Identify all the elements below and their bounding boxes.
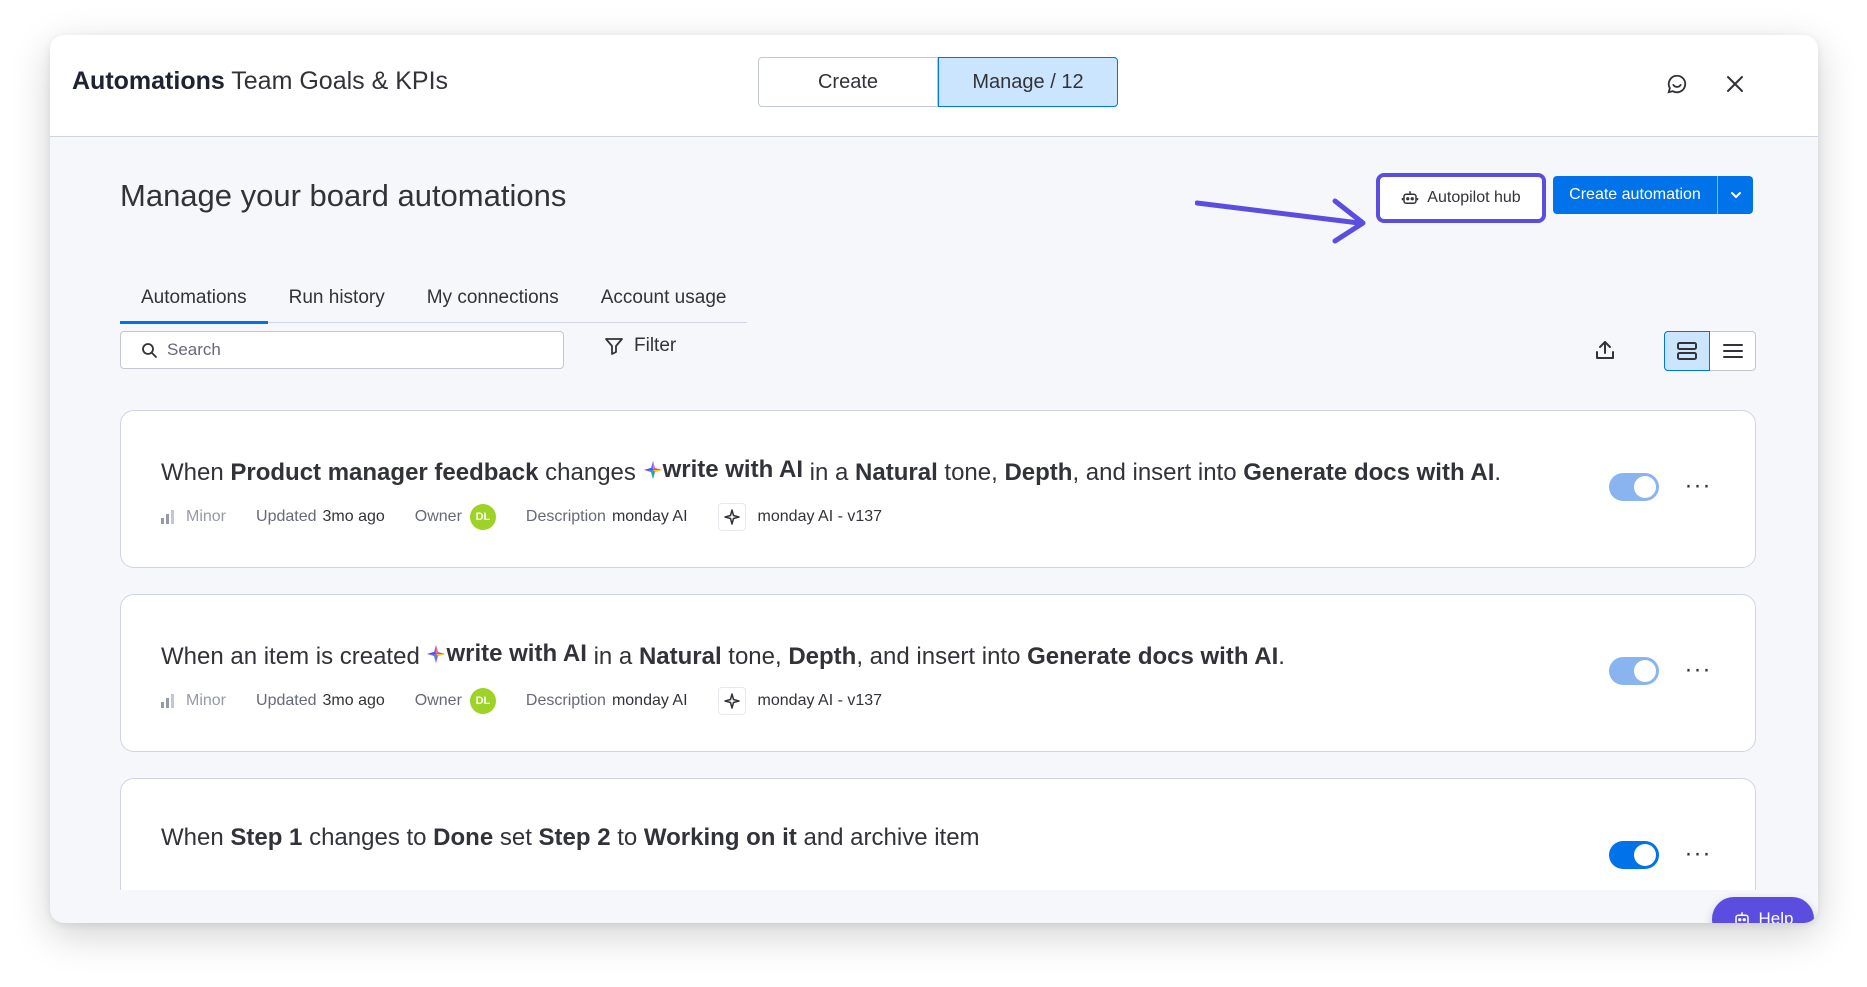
filter-icon [605, 338, 623, 355]
sparkle-icon [717, 503, 746, 531]
more-options-icon[interactable]: ··· [1681, 469, 1715, 503]
ai-sparkle-icon [427, 645, 446, 663]
automation-card[interactable]: When an item is created write with AI in… [120, 594, 1756, 752]
search-input[interactable]: Search [120, 331, 564, 369]
recipe-token: Step 2 [538, 824, 611, 851]
updated-info: Updated 3mo ago [256, 692, 385, 709]
chevron-down-icon[interactable] [1717, 176, 1753, 214]
modal-title: Automations Team Goals & KPIs [72, 67, 448, 96]
more-options-icon[interactable]: ··· [1681, 653, 1715, 687]
annotation-arrow-icon [1195, 198, 1366, 244]
robot-icon [1734, 912, 1749, 923]
recipe-token: Generate docs with AI [1027, 643, 1279, 670]
impact-bars-icon [161, 510, 174, 524]
recipe-token: Natural [855, 459, 938, 486]
sparkle-icon [717, 687, 746, 715]
automation-toggle[interactable] [1609, 657, 1659, 685]
ai-action: write with AI [426, 640, 587, 668]
app-title: Automations [72, 67, 225, 95]
avatar[interactable]: DL [469, 504, 496, 530]
tab-run-history[interactable]: Run history [268, 275, 406, 323]
owner-info: Owner DL [415, 688, 496, 714]
updated-info: Updated 3mo ago [256, 508, 385, 525]
automation-meta: Minor Updated 3mo ago Owner DL Description… [161, 687, 912, 715]
help-label: Help [1758, 909, 1794, 923]
view-toggle [1664, 331, 1756, 371]
automation-recipe: When Product manager feedback changes wr… [161, 456, 1502, 486]
ai-action: write with AI [643, 456, 803, 484]
description-info: Description monday AI [525, 508, 688, 525]
version-info: monday AI - v137 [717, 687, 882, 715]
recipe-token: Done [433, 824, 494, 851]
owner-info: Owner DL [415, 504, 496, 530]
impact-indicator: Minor [161, 692, 226, 710]
impact-indicator: Minor [161, 508, 226, 526]
robot-icon [1402, 191, 1419, 204]
tab-automations[interactable]: Automations [120, 275, 268, 324]
automation-card[interactable]: When Step 1 changes to Done set Step 2 t… [120, 778, 1756, 890]
description-info: Description monday AI [525, 692, 688, 709]
recipe-token: Depth [1004, 459, 1073, 486]
tab-my-connections[interactable]: My connections [406, 275, 580, 323]
recipe-token: Product manager feedback [230, 459, 539, 486]
tab-create[interactable]: Create [758, 57, 938, 107]
recipe-token: Working on it [643, 824, 797, 851]
feedback-icon[interactable] [1662, 69, 1692, 99]
modal-header: Automations Team Goals & KPIs Create Man… [50, 35, 1818, 137]
recipe-token: Generate docs with AI [1243, 459, 1495, 486]
more-options-icon[interactable]: ··· [1681, 837, 1715, 871]
autopilot-hub-button[interactable]: Autopilot hub [1376, 173, 1546, 223]
automation-meta: Minor Updated 3mo ago Owner DL Description… [161, 503, 912, 531]
impact-bars-icon [161, 694, 174, 708]
create-automation-button[interactable]: Create automation [1553, 176, 1753, 214]
automations-modal: Automations Team Goals & KPIs Create Man… [50, 35, 1818, 923]
export-icon[interactable] [1590, 335, 1620, 365]
autopilot-hub-label: Autopilot hub [1427, 189, 1521, 206]
avatar[interactable]: DL [469, 688, 496, 714]
automation-list: When Product manager feedback changes wr… [120, 410, 1756, 890]
automation-card[interactable]: When Product manager feedback changes wr… [120, 410, 1756, 568]
version-info: monday AI - v137 [717, 503, 882, 531]
help-button[interactable]: Help [1712, 897, 1814, 923]
automation-recipe: When Step 1 changes to Done set Step 2 t… [161, 824, 980, 851]
list-view-icon[interactable] [1710, 331, 1756, 371]
search-placeholder: Search [167, 340, 221, 359]
tab-account-usage[interactable]: Account usage [580, 275, 748, 323]
mode-switcher: Create Manage / 12 [758, 57, 1118, 107]
close-icon[interactable] [1720, 69, 1750, 99]
recipe-token: Step 1 [230, 824, 303, 851]
ai-sparkle-icon [643, 461, 662, 479]
tab-manage[interactable]: Manage / 12 [938, 57, 1118, 107]
automation-toggle[interactable] [1609, 841, 1659, 869]
page-title: Manage your board automations [120, 178, 567, 213]
filter-label: Filter [634, 335, 677, 356]
recipe-token: Natural [638, 643, 722, 670]
automation-toggle[interactable] [1609, 473, 1659, 501]
automation-recipe: When an item is created write with AI in… [161, 640, 1285, 670]
recipe-token: Depth [788, 643, 857, 670]
card-view-icon[interactable] [1664, 331, 1710, 371]
filter-button[interactable]: Filter [604, 335, 676, 357]
board-name: Team Goals & KPIs [231, 67, 449, 95]
sub-tabs: Automations Run history My connections A… [120, 275, 748, 324]
search-icon [142, 343, 157, 358]
create-automation-label[interactable]: Create automation [1553, 176, 1717, 214]
